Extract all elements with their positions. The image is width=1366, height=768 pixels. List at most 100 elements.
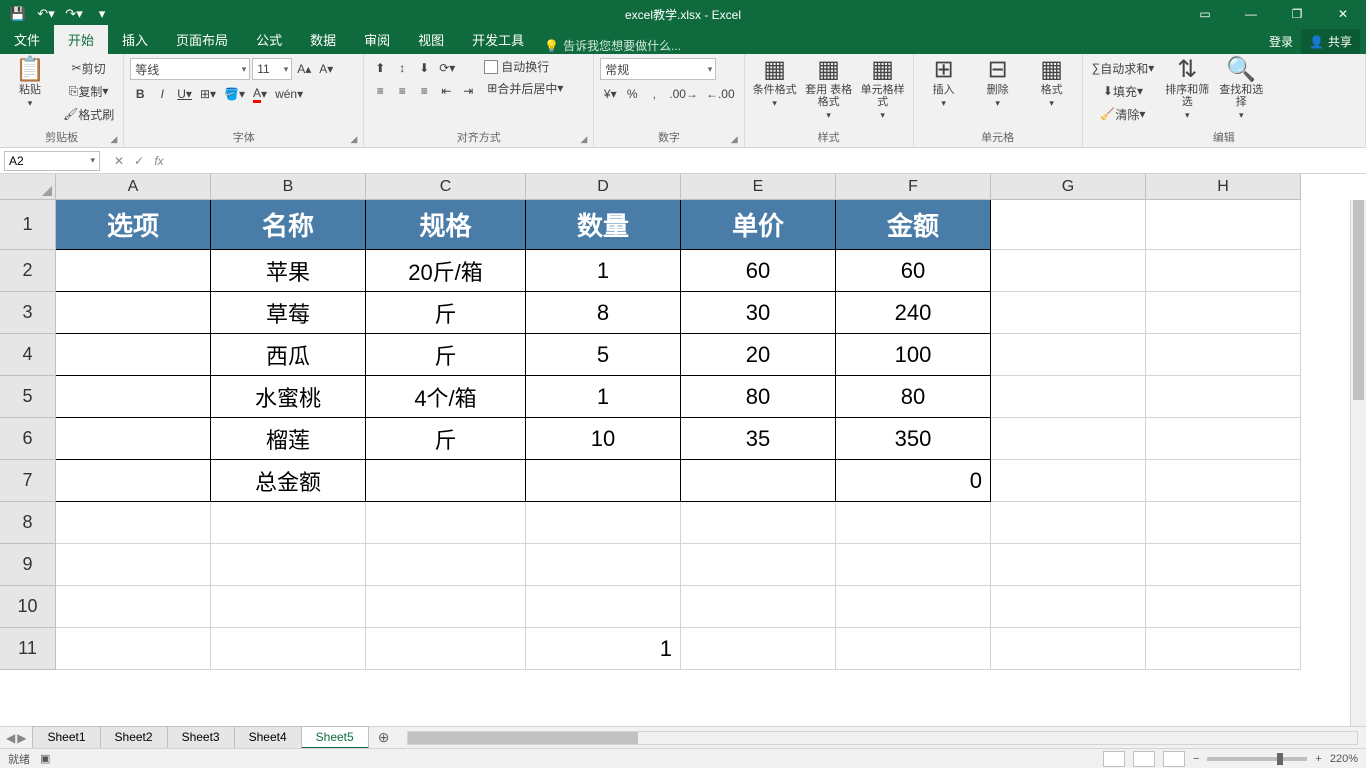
row-head-1[interactable]: 1 <box>0 200 56 250</box>
cell-A6[interactable] <box>56 418 211 460</box>
cell-F8[interactable] <box>836 502 991 544</box>
number-format-combo[interactable]: 常规 <box>600 58 716 80</box>
cell-F5[interactable]: 80 <box>836 376 991 418</box>
cancel-formula-icon[interactable]: ✕ <box>110 154 128 168</box>
cell-E7[interactable] <box>681 460 836 502</box>
row-head-3[interactable]: 3 <box>0 292 56 334</box>
cell-D11[interactable]: 1 <box>526 628 681 670</box>
cell-A9[interactable] <box>56 544 211 586</box>
cell-A5[interactable] <box>56 376 211 418</box>
sort-filter-button[interactable]: ⇅排序和筛选▾ <box>1163 58 1211 121</box>
cell-E3[interactable]: 30 <box>681 292 836 334</box>
cell-E5[interactable]: 80 <box>681 376 836 418</box>
cell-C4[interactable]: 斤 <box>366 334 526 376</box>
cell-F2[interactable]: 60 <box>836 250 991 292</box>
cell-H6[interactable] <box>1146 418 1301 460</box>
add-sheet-button[interactable]: ⊕ <box>368 729 400 746</box>
decrease-decimal-button[interactable]: ←.00 <box>703 84 738 104</box>
cell-C10[interactable] <box>366 586 526 628</box>
copy-button[interactable]: ⎘ 复制 ▾ <box>60 81 117 101</box>
row-head-8[interactable]: 8 <box>0 502 56 544</box>
col-head-D[interactable]: D <box>526 174 681 200</box>
select-all-corner[interactable] <box>0 174 56 200</box>
format-cells-button[interactable]: ▦格式▾ <box>1028 58 1076 109</box>
cell-E4[interactable]: 20 <box>681 334 836 376</box>
cell-G7[interactable] <box>991 460 1146 502</box>
cell-C7[interactable] <box>366 460 526 502</box>
close-button[interactable]: ✕ <box>1320 0 1366 28</box>
orientation-button[interactable]: ⟳▾ <box>436 58 458 78</box>
sheet-nav-next[interactable]: ▶ <box>17 731 26 745</box>
enter-formula-icon[interactable]: ✓ <box>130 154 148 168</box>
align-center-button[interactable]: ≡ <box>392 81 412 101</box>
border-button[interactable]: ⊞▾ <box>197 84 219 104</box>
comma-button[interactable]: , <box>644 84 664 104</box>
align-middle-button[interactable]: ↕ <box>392 58 412 78</box>
cell-E1[interactable]: 单价 <box>681 200 836 250</box>
tab-home[interactable]: 开始 <box>54 25 108 54</box>
align-launcher[interactable]: ◢ <box>580 134 587 145</box>
cell-C3[interactable]: 斤 <box>366 292 526 334</box>
tab-layout[interactable]: 页面布局 <box>162 25 242 54</box>
cell-H1[interactable] <box>1146 200 1301 250</box>
number-launcher[interactable]: ◢ <box>731 134 738 145</box>
cell-H8[interactable] <box>1146 502 1301 544</box>
row-head-6[interactable]: 6 <box>0 418 56 460</box>
conditional-format-button[interactable]: ▦条件格式▾ <box>751 58 799 109</box>
cell-B9[interactable] <box>211 544 366 586</box>
name-box[interactable]: A2 <box>4 151 100 171</box>
cell-B7[interactable]: 总金额 <box>211 460 366 502</box>
sheet-tab-Sheet5[interactable]: Sheet5 <box>301 726 369 749</box>
align-bottom-button[interactable]: ⬇ <box>414 58 434 78</box>
percent-button[interactable]: % <box>622 84 642 104</box>
horizontal-scrollbar[interactable] <box>407 731 1358 745</box>
cell-G6[interactable] <box>991 418 1146 460</box>
cell-B6[interactable]: 榴莲 <box>211 418 366 460</box>
tab-developer[interactable]: 开发工具 <box>458 25 538 54</box>
cell-B5[interactable]: 水蜜桃 <box>211 376 366 418</box>
cell-B8[interactable] <box>211 502 366 544</box>
row-head-7[interactable]: 7 <box>0 460 56 502</box>
sheet-tab-Sheet1[interactable]: Sheet1 <box>32 726 100 749</box>
macro-record-icon[interactable]: ▣ <box>40 752 50 765</box>
insert-cells-button[interactable]: ⊞插入▾ <box>920 58 968 109</box>
col-head-F[interactable]: F <box>836 174 991 200</box>
cell-E6[interactable]: 35 <box>681 418 836 460</box>
cell-H7[interactable] <box>1146 460 1301 502</box>
cell-A10[interactable] <box>56 586 211 628</box>
clear-button[interactable]: 🧹 清除 ▾ <box>1089 104 1158 124</box>
sheet-tab-Sheet3[interactable]: Sheet3 <box>167 726 235 749</box>
cell-H2[interactable] <box>1146 250 1301 292</box>
cell-H9[interactable] <box>1146 544 1301 586</box>
increase-font-button[interactable]: A▴ <box>294 59 314 79</box>
cell-H10[interactable] <box>1146 586 1301 628</box>
cell-E8[interactable] <box>681 502 836 544</box>
view-layout-button[interactable] <box>1133 751 1155 767</box>
cell-G1[interactable] <box>991 200 1146 250</box>
ribbon-options-button[interactable]: ▭ <box>1182 0 1228 28</box>
cell-F11[interactable] <box>836 628 991 670</box>
font-name-combo[interactable]: 等线 <box>130 58 250 80</box>
fill-color-button[interactable]: 🪣▾ <box>221 84 248 104</box>
cut-button[interactable]: ✂ 剪切 <box>60 58 117 78</box>
currency-button[interactable]: ¥▾ <box>600 84 620 104</box>
cell-F10[interactable] <box>836 586 991 628</box>
cell-F7[interactable]: 0 <box>836 460 991 502</box>
row-head-2[interactable]: 2 <box>0 250 56 292</box>
login-button[interactable]: 登录 <box>1269 33 1293 50</box>
cell-E10[interactable] <box>681 586 836 628</box>
minimize-button[interactable]: — <box>1228 0 1274 28</box>
redo-button[interactable]: ↷▾ <box>62 3 86 25</box>
italic-button[interactable]: I <box>152 84 172 104</box>
cell-C9[interactable] <box>366 544 526 586</box>
font-color-button[interactable]: A▾ <box>250 84 270 104</box>
tab-data[interactable]: 数据 <box>296 25 350 54</box>
sheet-nav-prev[interactable]: ◀ <box>6 731 15 745</box>
cell-C5[interactable]: 4个/箱 <box>366 376 526 418</box>
col-head-H[interactable]: H <box>1146 174 1301 200</box>
tab-view[interactable]: 视图 <box>404 25 458 54</box>
cell-B4[interactable]: 西瓜 <box>211 334 366 376</box>
decrease-font-button[interactable]: A▾ <box>316 59 336 79</box>
bold-button[interactable]: B <box>130 84 150 104</box>
cell-H3[interactable] <box>1146 292 1301 334</box>
